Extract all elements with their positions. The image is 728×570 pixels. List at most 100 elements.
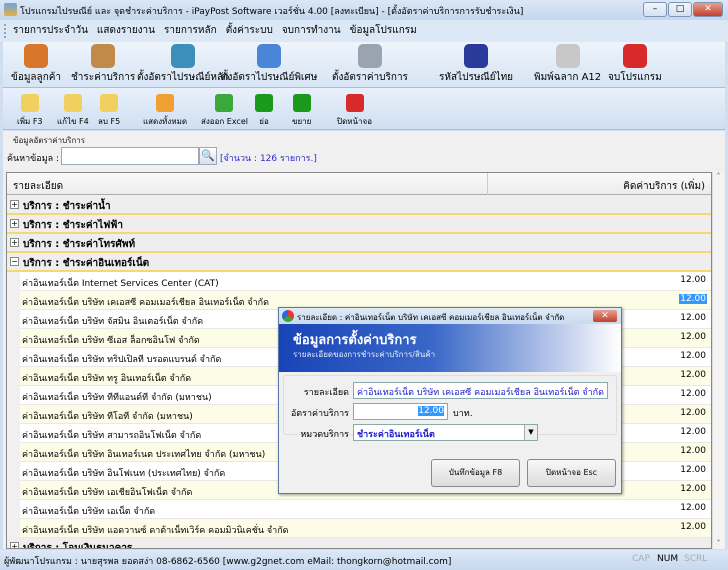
column-charge[interactable]: คิดค่าบริการ (เพิ่ม): [623, 179, 705, 194]
menu-grip: [4, 24, 6, 38]
menu-reports[interactable]: แสดงรายงาน: [97, 20, 155, 42]
group-row[interactable]: + บริการ : โอนเงินธนาคาร: [7, 538, 711, 549]
chart-app-icon: [282, 310, 294, 322]
dialog-subheading: รายละเอียดของการชำระค่าบริการ/สินค้า: [293, 350, 436, 359]
close-dialog-button[interactable]: ปิดหน้าจอ Esc: [527, 459, 616, 487]
wallet-icon: [91, 44, 116, 68]
toolbar-button-label: ตั้งอัตราค่าบริการ: [332, 72, 408, 83]
subtoolbar-button-5[interactable]: ย่อ: [255, 94, 273, 128]
toolbar-button-label: ข้อมูลลูกค้า: [11, 72, 62, 83]
power-icon: [345, 94, 364, 112]
row-detail: ค่าอินเทอร์เน็ต บริษัท ทรู อินเทอร์เน็ต …: [22, 374, 192, 384]
subtoolbar-button-label: ปิดหน้าจอ: [337, 117, 372, 126]
search-icon[interactable]: 🔍: [199, 147, 217, 165]
subtoolbar-button-3[interactable]: แสดงทั้งหมด: [143, 94, 187, 128]
subtoolbar-button-7[interactable]: ปิดหน้าจอ: [337, 94, 372, 128]
table-row[interactable]: ค่าอินเทอร์เน็ต บริษัท เอเน็ต จำกัด 12.00: [20, 500, 711, 519]
toolbar-button-wallet[interactable]: ชำระค่าบริการ: [71, 44, 135, 85]
expand-icon[interactable]: +: [10, 238, 19, 247]
arrow-left-icon: [255, 94, 273, 112]
row-detail: ค่าอินเทอร์เน็ต บริษัท สามารถอินโฟเน็ต จ…: [22, 431, 202, 441]
toolbar-button-refresh-mail[interactable]: ตั้งอัตราไปรษณีย์พิเศษ: [221, 44, 317, 85]
row-charge: 12.00: [680, 275, 706, 285]
row-charge: 12.00: [680, 427, 706, 437]
toolbar-button-label: รหัสไปรษณีย์ไทย: [439, 72, 514, 83]
toolbar-button-power[interactable]: จบโปรแกรม: [608, 44, 662, 85]
table-row[interactable]: ค่าอินเทอร์เน็ต Internet Services Center…: [20, 272, 711, 291]
row-charge: 12.00: [680, 389, 706, 399]
subtoolbar-button-label: ลบ F5: [98, 117, 121, 126]
expand-icon[interactable]: +: [10, 200, 19, 209]
expand-icon[interactable]: +: [10, 219, 19, 228]
save-button[interactable]: บันทึกข้อมูล F8: [431, 459, 520, 487]
category-select[interactable]: ชำระค่าอินเทอร์เน็ต: [353, 424, 538, 441]
subtoolbar-button-1[interactable]: แก้ไข F4: [57, 94, 89, 128]
toolbar-button-envelope[interactable]: พิมพ์ฉลาก A12: [534, 44, 601, 85]
row-detail: ค่าอินเทอร์เน็ต บริษัท เอเน็ต จำกัด: [22, 507, 156, 517]
collapse-icon[interactable]: −: [10, 257, 19, 266]
row-detail: ค่าอินเทอร์เน็ต Internet Services Center…: [22, 279, 219, 289]
row-charge: 12.00: [680, 465, 706, 475]
group-row[interactable]: + บริการ : ชำระค่าไฟฟ้า: [7, 215, 711, 234]
faucet-icon: [357, 44, 382, 68]
menu-main[interactable]: รายการหลัก: [164, 20, 217, 42]
rate-input[interactable]: 12.00: [418, 406, 444, 416]
toolbar-button-faucet[interactable]: ตั้งอัตราค่าบริการ: [332, 44, 408, 85]
vertical-scrollbar[interactable]: ˄ ˅: [712, 172, 724, 549]
toolbar-button-label: จบโปรแกรม: [608, 72, 662, 83]
row-detail: ค่าอินเทอร์เน็ต บริษัท ทีทีแอนด์ที จำกัด…: [22, 393, 212, 403]
menu-settings[interactable]: ตั้งค่าระบบ: [226, 20, 273, 42]
category-label: หมวดบริการ: [300, 430, 349, 440]
mail-globe-icon: [171, 44, 196, 68]
folder-edit-icon: [63, 94, 82, 112]
group-label: บริการ : ชำระค่าไฟฟ้า: [23, 220, 123, 231]
chevron-down-icon[interactable]: ▼: [524, 425, 537, 440]
toolbar-button-customers[interactable]: ข้อมูลลูกค้า: [11, 44, 61, 85]
maximize-button[interactable]: □: [668, 2, 692, 17]
row-charge: 12.00: [680, 484, 706, 494]
rate-unit: บาท.: [453, 409, 473, 419]
group-row[interactable]: + บริการ : ชำระค่าน้ำ: [7, 196, 711, 215]
subtoolbar-button-6[interactable]: ขยาย: [292, 94, 311, 128]
subtoolbar-button-2[interactable]: ลบ F5: [98, 94, 120, 128]
search-input[interactable]: [61, 147, 199, 165]
menu-daily[interactable]: รายการประจำวัน: [13, 20, 88, 42]
thai-flag-icon: [464, 44, 489, 68]
menu-about[interactable]: ข้อมูลโปรแกรม: [350, 20, 417, 42]
subtoolbar-button-label: เพิ่ม F3: [17, 117, 43, 126]
subtoolbar-button-label: แสดงทั้งหมด: [143, 117, 188, 126]
row-detail: ค่าอินเทอร์เน็ต บริษัท ทีโอที จำกัด (มหา…: [22, 412, 193, 422]
menu-exit[interactable]: จบการทำงาน: [282, 20, 341, 42]
subtoolbar-button-0[interactable]: เพิ่ม F3: [17, 94, 43, 128]
detail-input[interactable]: ค่าอินเทอร์เน็ต บริษัท เคเอสซี คอมเมอร์เ…: [353, 382, 608, 399]
subtoolbar-button-4[interactable]: ส่งออก Excel: [201, 94, 248, 128]
toolbar-button-mail-globe[interactable]: ตั้งอัตราไปรษณีย์หลัก: [137, 44, 229, 85]
service-rate-dialog: รายละเอียด : ค่าอินเทอร์เน็ต บริษัท เคเอ…: [278, 307, 622, 494]
minimize-button[interactable]: –: [643, 2, 667, 17]
group-row[interactable]: − บริการ : ชำระค่าอินเทอร์เน็ต: [7, 253, 711, 272]
group-label: บริการ : ชำระค่าอินเทอร์เน็ต: [23, 258, 150, 269]
table-row[interactable]: ค่าอินเทอร์เน็ต บริษัท แอดวานซ์ ดาต้าเน็…: [20, 519, 711, 538]
row-charge: 12.00: [680, 503, 706, 513]
column-detail[interactable]: รายละเอียด: [13, 179, 63, 194]
power-icon: [622, 44, 647, 68]
subtoolbar-button-label: ส่งออก Excel: [201, 117, 248, 126]
close-button[interactable]: ✕: [693, 2, 723, 17]
refresh-icon: [156, 94, 175, 112]
row-detail: ค่าอินเทอร์เน็ต บริษัท อินเทอร์เนต ประเท…: [22, 450, 266, 460]
dialog-close-button[interactable]: ✕: [593, 310, 617, 322]
rate-label: อัตราค่าบริการ: [290, 409, 349, 419]
refresh-mail-icon: [257, 44, 282, 68]
row-detail: ค่าอินเทอร์เน็ต บริษัท เคเอสซี คอมเมอร์เ…: [22, 298, 269, 308]
group-label: บริการ : โอนเงินธนาคาร: [23, 543, 133, 549]
column-divider: [487, 173, 488, 195]
expand-icon[interactable]: +: [10, 542, 19, 548]
folder-add-icon: [20, 94, 39, 112]
dialog-title: รายละเอียด : ค่าอินเทอร์เน็ต บริษัท เคเอ…: [297, 313, 565, 322]
window-title: โปรแกรมไปรษณีย์ และ จุดชำระค่าบริการ - i…: [20, 7, 524, 17]
toolbar-button-thai-flag[interactable]: รหัสไปรษณีย์ไทย: [439, 44, 513, 85]
toolbar-button-label: ตั้งอัตราไปรษณีย์หลัก: [137, 72, 230, 83]
title-bar: โปรแกรมไปรษณีย์ และ จุดชำระค่าบริการ - i…: [0, 0, 728, 20]
group-row[interactable]: + บริการ : ชำระค่าโทรศัพท์: [7, 234, 711, 253]
excel-icon: [215, 94, 234, 112]
